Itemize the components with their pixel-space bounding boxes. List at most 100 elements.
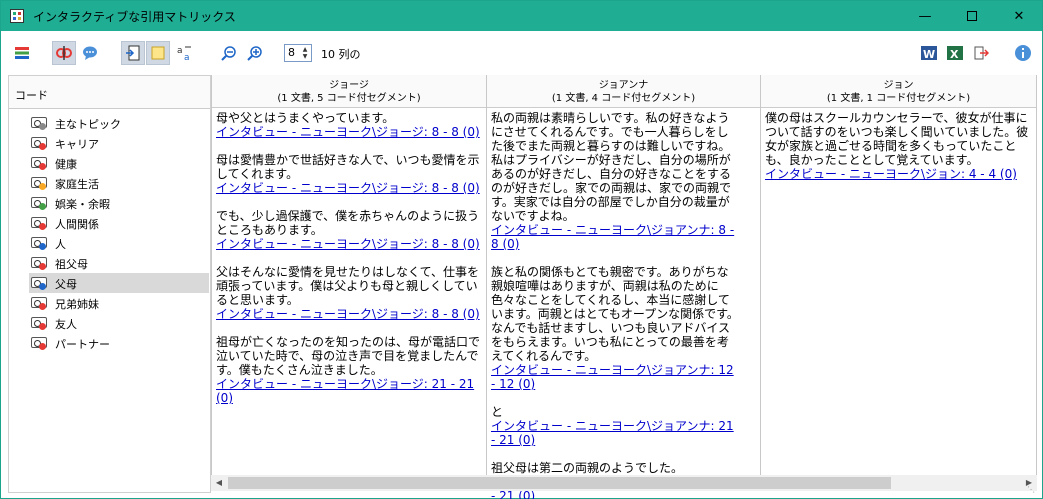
code-color-dot	[39, 303, 46, 310]
scroll-thumb[interactable]	[228, 477, 891, 489]
svg-text:a: a	[184, 53, 190, 62]
export-document-icon[interactable]	[121, 41, 145, 65]
zoom-out-icon[interactable]	[217, 41, 241, 65]
app-icon	[10, 9, 24, 23]
segment-text: 祖母が亡くなったのを知ったのは、母が電話口で泣いていた時で、母の泣き声で目を覚ま…	[216, 335, 481, 377]
coded-segment: 族と私の関係もとても親密です。ありがちな親娘喧嘩はありますが、両親は私のために色…	[491, 265, 740, 391]
spinner-arrows-icon[interactable]: ▲ ▼	[300, 46, 310, 60]
coded-segments-icon[interactable]	[52, 41, 76, 65]
code-item[interactable]: 兄弟姉妹	[29, 293, 209, 313]
column-name: ジョアンナ	[598, 80, 649, 91]
matrix-window: インタラクティブな引用マトリックス — ✕ aa 8 ▲ ▼ 10 列の W X…	[0, 0, 1043, 499]
code-color-dot	[39, 223, 46, 230]
segment-text: 族と私の関係もとても親密です。ありがちな親娘喧嘩はありますが、両親は私のために色…	[491, 265, 739, 363]
code-label: パートナー	[55, 338, 110, 351]
info-icon[interactable]	[1011, 41, 1035, 65]
code-color-dot	[39, 343, 46, 350]
code-label: 健康	[55, 158, 77, 171]
excel-export-icon[interactable]: X	[943, 41, 967, 65]
code-label: 娯楽・余暇	[55, 198, 110, 211]
maximize-button[interactable]	[949, 1, 995, 31]
code-item[interactable]: 健康	[29, 153, 209, 173]
code-label: 祖父母	[55, 258, 88, 271]
text-format-icon[interactable]: aa	[173, 41, 197, 65]
coded-segment: とインタビュー - ニューヨーク\ジョアンナ: 21 - 21 (0)	[491, 405, 740, 447]
code-item[interactable]: 友人	[29, 313, 209, 333]
code-list-icon[interactable]	[10, 41, 34, 65]
code-color-dot	[39, 283, 46, 290]
code-item[interactable]: パートナー	[29, 333, 209, 353]
column-name: ジョージ	[329, 80, 369, 91]
word-export-icon[interactable]: W	[917, 41, 941, 65]
coded-segment: 祖母が亡くなったのを知ったのは、母が電話口で泣いていた時で、母の泣き声で目を覚ま…	[216, 335, 482, 405]
segment-text: 僕の母はスクールカウンセラーで、彼女が仕事について話すのをいつも楽しく聞いていま…	[765, 111, 1029, 167]
code-item[interactable]: 家庭生活	[29, 173, 209, 193]
code-label: 主なトピック	[55, 118, 121, 131]
segment-source-link[interactable]: インタビュー - ニューヨーク\ジョアンナ: 8 - 8 (0)	[491, 223, 740, 251]
segment-text: でも、少し過保護で、僕を赤ちゃんのように扱うところもあります。	[216, 209, 480, 237]
window-title: インタラクティブな引用マトリックス	[33, 10, 236, 24]
segment-source-link[interactable]: インタビュー - ニューヨーク\ジョージ: 21 - 21 (0)	[216, 377, 482, 405]
matrix-column-joanna: ジョアンナ (1 文書, 4 コード付セグメント) 私の両親は素晴らしいです。私…	[487, 75, 1035, 499]
code-color-dot	[39, 143, 46, 150]
toolbar: aa 8 ▲ ▼ 10 列の W X	[1, 32, 1042, 74]
column-count-spinner[interactable]: 8 ▲ ▼	[284, 44, 312, 62]
svg-text:W: W	[923, 48, 935, 61]
close-button[interactable]: ✕	[996, 1, 1042, 31]
svg-text:a: a	[177, 46, 183, 56]
segment-source-link[interactable]: インタビュー - ニューヨーク\ジョージ: 8 - 8 (0)	[216, 181, 482, 195]
column-subtitle: (1 文書, 1 コード付セグメント)	[826, 93, 971, 104]
code-item[interactable]: 主なトピック	[29, 113, 209, 133]
scroll-left-icon[interactable]: ◀	[211, 475, 227, 491]
code-label: 友人	[55, 318, 77, 331]
code-item[interactable]: 娯楽・余暇	[29, 193, 209, 213]
segment-source-link[interactable]: インタビュー - ニューヨーク\ジョアンナ: 21 - 21 (0)	[491, 419, 740, 447]
column-subtitle: (1 文書, 5 コード付セグメント)	[277, 93, 421, 104]
resize-grip-icon[interactable]: ⋱	[1027, 485, 1039, 497]
segment-text: 父はそんなに愛情を見せたりはしなくて、仕事を頑張っています。僕は父よりも母と親し…	[216, 265, 480, 307]
exit-icon[interactable]	[969, 41, 993, 65]
code-color-dot	[39, 183, 46, 190]
segment-source-link[interactable]: インタビュー - ニューヨーク\ジョージ: 8 - 8 (0)	[216, 237, 482, 251]
code-color-dot	[39, 263, 46, 270]
column-subtitle: (1 文書, 4 コード付セグメント)	[551, 93, 696, 104]
code-item[interactable]: キャリア	[29, 133, 209, 153]
zoom-in-icon[interactable]	[243, 41, 267, 65]
code-system-panel: コード 主なトピック キャリア健康家庭生活娯楽・余暇人間関係人祖父母父母兄弟姉妹友…	[8, 75, 211, 493]
interactive-quote-matrix: ジョージ (1 文書, 5 コード付セグメント) 母や父とはうまくやっています。…	[211, 75, 1037, 499]
code-color-dot	[39, 323, 46, 330]
column-count-value: 8	[288, 46, 295, 59]
segment-text: 祖父母は第二の両親のようでした。	[491, 461, 684, 475]
code-label: 家庭生活	[55, 178, 99, 191]
codes-header: コード	[9, 76, 210, 109]
minimize-button[interactable]: —	[902, 1, 948, 31]
matrix-column-george: ジョージ (1 文書, 5 コード付セグメント) 母や父とはうまくやっています。…	[211, 75, 487, 475]
code-item[interactable]: 人間関係	[29, 213, 209, 233]
code-color-dot	[39, 243, 46, 250]
column-body: 母や父とはうまくやっています。 インタビュー - ニューヨーク\ジョージ: 8 -…	[216, 111, 482, 419]
code-label: 兄弟姉妹	[55, 298, 99, 311]
column-header: ジョアンナ (1 文書, 4 コード付セグメント)	[487, 75, 760, 108]
coded-segment: 母は愛情豊かで世話好きな人で、いつも愛情を示してくれます。 インタビュー - ニュ…	[216, 153, 482, 195]
code-color-dot	[39, 163, 46, 170]
code-label: キャリア	[55, 138, 99, 151]
segment-source-link[interactable]: インタビュー - ニューヨーク\ジョン: 4 - 4 (0)	[765, 167, 1032, 181]
segment-source-link[interactable]: インタビュー - ニューヨーク\ジョアンナ: 12 - 12 (0)	[491, 363, 740, 391]
segment-source-link[interactable]: インタビュー - ニューヨーク\ジョージ: 8 - 8 (0)	[216, 307, 482, 321]
memo-note-icon[interactable]	[146, 41, 170, 65]
code-color-dot	[39, 203, 46, 210]
code-item[interactable]: 父母	[29, 273, 209, 293]
column-body: 私の両親は素晴らしいです。私の好きなようにさせてくれるんです。でも一人暮らしをし…	[491, 111, 740, 499]
code-item[interactable]: 祖父母	[29, 253, 209, 273]
column-header: ジョン (1 文書, 1 コード付セグメント)	[761, 75, 1036, 108]
segment-source-link[interactable]: インタビュー - ニューヨーク\ジョージ: 8 - 8 (0)	[216, 125, 482, 139]
code-color-dot	[39, 123, 46, 130]
matrix-column-john: ジョン (1 文書, 1 コード付セグメント) 僕の母はスクールカウンセラーで、…	[761, 75, 1037, 475]
coded-segment: 私の両親は素晴らしいです。私の好きなようにさせてくれるんです。でも一人暮らしをし…	[491, 111, 740, 251]
code-item[interactable]: 人	[29, 233, 209, 253]
code-label: 人	[55, 238, 66, 251]
segment-text: 私の両親は素晴らしいです。私の好きなようにさせてくれるんです。でも一人暮らしをし…	[491, 111, 732, 223]
horizontal-scrollbar[interactable]: ◀ ▶	[211, 475, 1037, 491]
memo-comment-icon[interactable]	[78, 41, 102, 65]
svg-text:X: X	[950, 48, 959, 61]
